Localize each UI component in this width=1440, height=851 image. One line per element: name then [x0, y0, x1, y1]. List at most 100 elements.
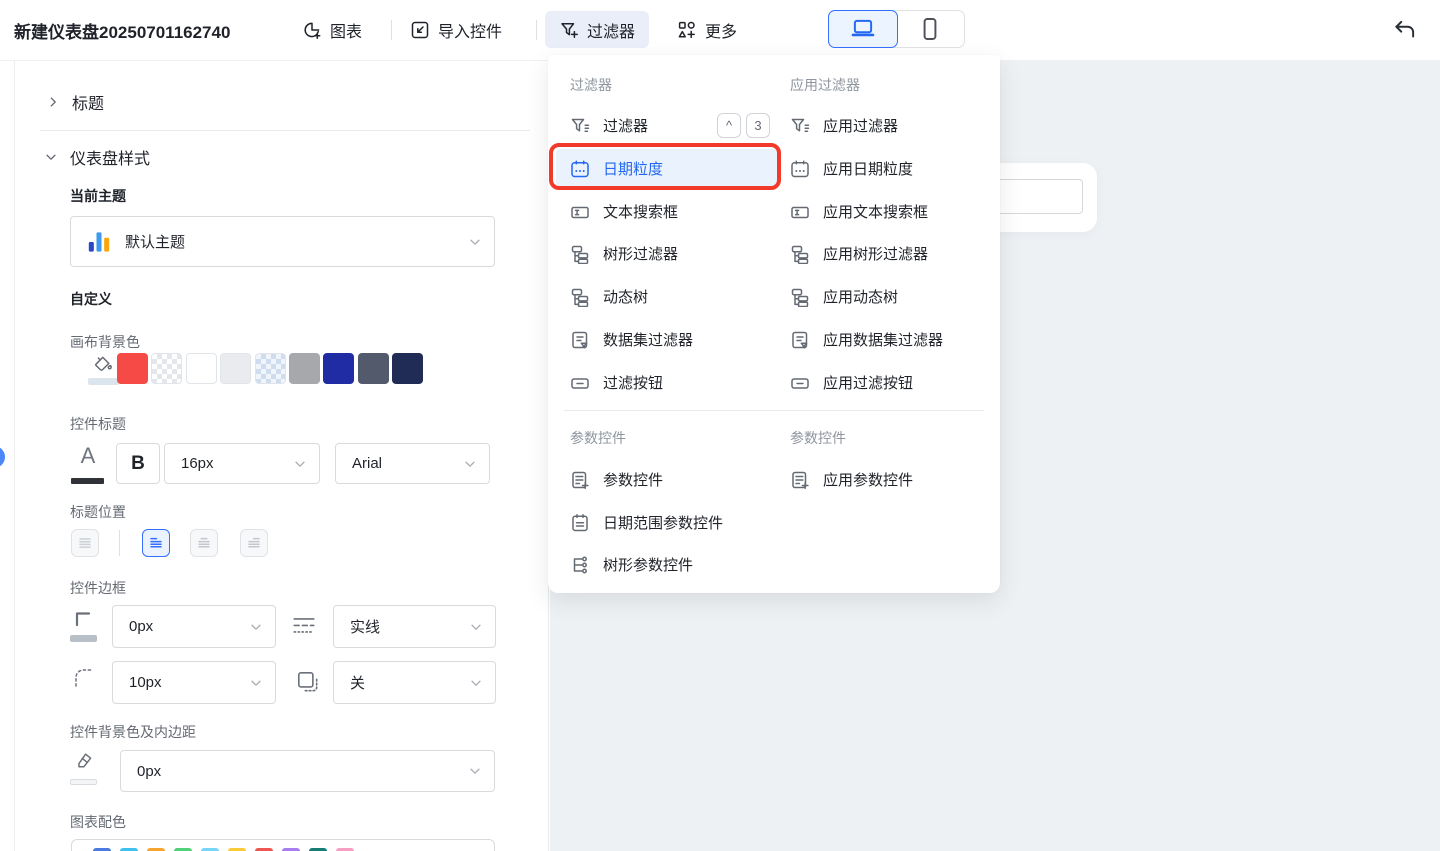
menu-item-date-range-param[interactable]: 日期范围参数控件: [548, 501, 808, 544]
menu-item-param-widget[interactable]: 参数控件: [548, 458, 784, 501]
more-button[interactable]: 更多: [677, 0, 737, 60]
apply-filter-column-header: 应用过滤器: [790, 75, 860, 95]
chevron-down-icon: [468, 235, 482, 249]
menu-item-filter-button[interactable]: 过滤按钮: [548, 361, 784, 404]
phone-icon: [917, 16, 943, 42]
device-toggle: [828, 10, 965, 48]
chevron-down-icon: [249, 676, 263, 690]
text-search-icon: [570, 202, 590, 222]
menu-item-label: 应用过滤器: [823, 115, 898, 136]
theme-select-value: 默认主题: [125, 231, 185, 252]
menu-item-label: 过滤器: [603, 115, 648, 136]
menu-item-apply-date-granularity[interactable]: 应用日期粒度: [784, 147, 1000, 190]
title-none-button[interactable]: [71, 529, 99, 557]
border-style-value: 实线: [350, 616, 380, 637]
menu-item-filter[interactable]: 过滤器 ^ 3: [548, 104, 784, 147]
menu-item-dynamic-tree[interactable]: 动态树: [548, 275, 784, 318]
font-color-button[interactable]: A: [70, 443, 106, 484]
import-widget-button[interactable]: 导入控件: [410, 0, 502, 60]
desktop-view-button[interactable]: [828, 10, 898, 48]
calendar-icon: [570, 159, 590, 179]
font-size-value: 16px: [181, 455, 214, 472]
widget-bg-color-bar[interactable]: [70, 779, 97, 785]
canvas-color-swatch-transparent-blue[interactable]: [255, 353, 286, 384]
menu-item-apply-text-search[interactable]: 应用文本搜索框: [784, 190, 1000, 233]
menu-item-apply-filter-button[interactable]: 应用过滤按钮: [784, 361, 1000, 404]
bold-letter: B: [131, 453, 145, 475]
apply-param-column-header: 参数控件: [790, 428, 846, 448]
canvas-color-swatch[interactable]: [117, 353, 148, 384]
shortcut-key-caret: ^: [717, 113, 741, 138]
chevron-down-icon: [249, 620, 263, 634]
mobile-view-button[interactable]: [897, 11, 965, 47]
canvas-color-swatch[interactable]: [323, 353, 354, 384]
shadow-select[interactable]: 关: [333, 661, 496, 704]
dynamic-tree-icon: [570, 287, 590, 307]
canvas-color-swatch[interactable]: [289, 353, 320, 384]
section-divider: [40, 130, 530, 131]
menu-item-tree-param[interactable]: 树形参数控件: [548, 543, 784, 586]
menu-item-apply-dataset-filter[interactable]: 应用数据集过滤器: [784, 318, 1000, 361]
canvas-color-swatch[interactable]: [392, 353, 423, 384]
tree-params-icon: [570, 555, 590, 575]
menu-item-text-search[interactable]: 文本搜索框: [548, 190, 784, 233]
font-family-select[interactable]: Arial: [335, 443, 490, 484]
menu-item-apply-tree-filter[interactable]: 应用树形过滤器: [784, 232, 1000, 275]
menu-item-label: 日期粒度: [603, 158, 663, 179]
border-style-select[interactable]: 实线: [333, 605, 496, 648]
menu-divider: [564, 410, 984, 411]
title-left-button[interactable]: [142, 529, 170, 557]
border-color-bar[interactable]: [70, 635, 97, 642]
filter-button-label: 过滤器: [587, 18, 635, 42]
title-right-button[interactable]: [240, 529, 268, 557]
custom-label: 自定义: [70, 289, 112, 309]
menu-item-label: 树形参数控件: [603, 554, 693, 575]
dynamic-tree-icon: [790, 287, 810, 307]
more-shapes-icon: [677, 20, 697, 40]
section-title-header[interactable]: 标题: [46, 90, 104, 114]
menu-item-label: 应用文本搜索框: [823, 201, 928, 222]
menu-item-dataset-filter[interactable]: 数据集过滤器: [548, 318, 784, 361]
funnel-icon: [790, 116, 810, 136]
menu-item-apply-dynamic-tree[interactable]: 应用动态树: [784, 275, 1000, 318]
chevron-right-icon: [46, 95, 60, 109]
border-width-icon: [72, 606, 96, 630]
menu-item-label: 应用参数控件: [823, 469, 913, 490]
date-range-icon: [570, 513, 590, 533]
pie-chart-plus-icon: [302, 20, 322, 40]
filter-button-icon: [570, 373, 590, 393]
menu-item-apply-param-widget[interactable]: 应用参数控件: [784, 458, 1000, 501]
more-button-label: 更多: [705, 18, 737, 42]
font-size-select[interactable]: 16px: [164, 443, 320, 484]
padding-select[interactable]: 0px: [120, 750, 495, 792]
chart-button[interactable]: 图表: [302, 0, 362, 60]
section-dashboard-style-header[interactable]: 仪表盘样式: [44, 145, 150, 169]
filter-column-header: 过滤器: [570, 75, 612, 95]
canvas-color-swatch[interactable]: [220, 353, 251, 384]
menu-item-label: 应用数据集过滤器: [823, 329, 943, 350]
filter-button-active[interactable]: 过滤器: [545, 11, 649, 48]
menu-item-apply-filter[interactable]: 应用过滤器: [784, 104, 1000, 147]
canvas-bg-color-picker[interactable]: [88, 352, 119, 385]
canvas-color-swatch-transparent[interactable]: [151, 353, 182, 384]
menu-item-label: 应用动态树: [823, 286, 898, 307]
bold-button[interactable]: B: [116, 443, 160, 484]
title-position-label: 标题位置: [70, 502, 126, 522]
chevron-down-icon: [469, 676, 483, 690]
title-center-button[interactable]: [190, 529, 218, 557]
menu-item-date-granularity-selected[interactable]: 日期粒度: [556, 149, 778, 188]
style-settings-panel: 标题 仪表盘样式 当前主题 默认主题 自定义 画布背景色 控件标题: [15, 60, 549, 851]
undo-button[interactable]: [1392, 17, 1418, 43]
chart-palette-select[interactable]: [71, 839, 495, 851]
border-radius-select[interactable]: 10px: [112, 661, 276, 704]
theme-select[interactable]: 默认主题: [70, 216, 495, 267]
menu-item-tree-filter[interactable]: 树形过滤器: [548, 232, 784, 275]
chart-palette-label: 图表配色: [70, 812, 126, 832]
menu-item-label: 动态树: [603, 286, 648, 307]
canvas-color-swatch[interactable]: [186, 353, 217, 384]
border-width-select[interactable]: 0px: [112, 605, 276, 648]
canvas-color-swatch[interactable]: [358, 353, 389, 384]
align-full-icon: [77, 535, 93, 551]
menu-item-label: 文本搜索框: [603, 201, 678, 222]
funnel-plus-icon: [559, 20, 579, 40]
